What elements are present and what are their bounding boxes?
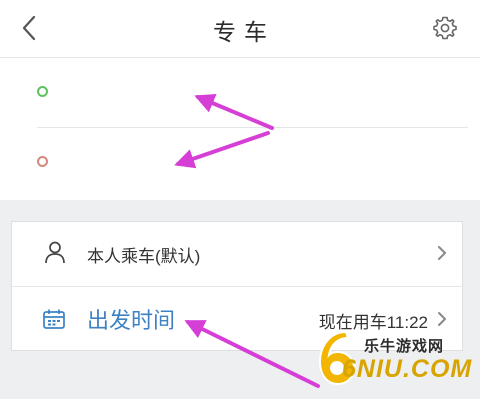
start-dot-icon	[37, 86, 48, 97]
destination-field[interactable]	[0, 128, 480, 198]
watermark-domain: 6NIU.COM	[342, 355, 473, 383]
calendar-icon	[43, 309, 65, 329]
page-title: 专车	[213, 19, 275, 45]
person-icon	[45, 241, 65, 264]
start-location-field[interactable]	[0, 58, 480, 128]
departure-time-label: 出发时间	[87, 308, 176, 333]
destination-text	[62, 152, 132, 170]
departure-time-value: 现在用车11:22	[318, 313, 428, 332]
chevron-right-icon	[438, 312, 446, 326]
settings-gear-icon[interactable]	[432, 15, 458, 41]
passenger-option[interactable]: 本人乘车(默认)	[12, 222, 462, 286]
passenger-label: 本人乘车(默认)	[87, 247, 201, 266]
route-card	[0, 58, 480, 200]
start-location-text	[62, 82, 192, 100]
top-bar: 专车	[0, 0, 480, 58]
ride-options-card: 本人乘车(默认) 出发时间 现在用车11:22	[11, 221, 463, 351]
destination-dot-icon	[37, 156, 48, 167]
departure-time-option[interactable]: 出发时间 现在用车11:22	[12, 287, 462, 351]
chevron-right-icon	[438, 246, 446, 260]
